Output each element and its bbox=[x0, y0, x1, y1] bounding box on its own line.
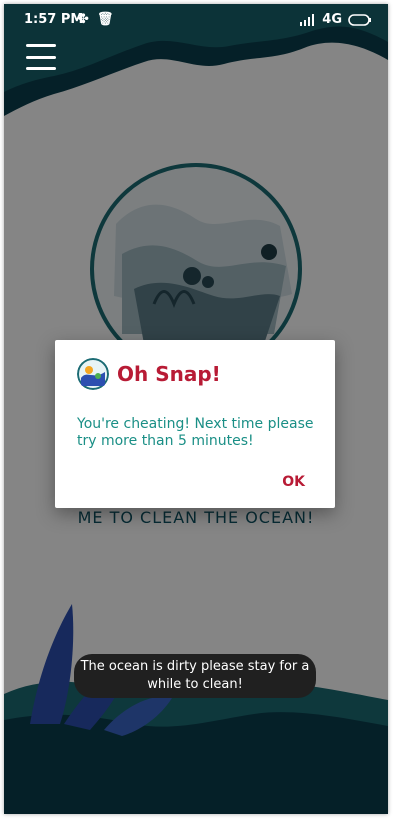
phone-screen: ME TO CLEAN THE OCEAN! 1:57 PM ✤ 🗑 4G Oh… bbox=[4, 4, 388, 814]
alert-dialog: Oh Snap! You're cheating! Next time plea… bbox=[55, 340, 335, 508]
battery-icon bbox=[348, 13, 371, 26]
signal-icon bbox=[300, 13, 315, 26]
menu-line bbox=[26, 67, 56, 70]
toast-message: The ocean is dirty please stay for a whi… bbox=[74, 654, 316, 698]
trash-icon: 🗑 bbox=[96, 12, 114, 27]
status-left-icons: ✤ 🗑 bbox=[78, 12, 113, 27]
dialog-message: You're cheating! Next time please try mo… bbox=[77, 416, 314, 449]
status-bar: 1:57 PM ✤ 🗑 4G bbox=[4, 4, 388, 36]
network-label: 4G bbox=[322, 12, 342, 27]
status-right-icons: 4G bbox=[300, 12, 372, 27]
hamburger-icon[interactable] bbox=[26, 44, 56, 70]
menu-line bbox=[26, 55, 56, 59]
status-time: 1:57 PM bbox=[24, 12, 84, 27]
maple-leaf-icon: ✤ bbox=[78, 12, 89, 27]
menu-line bbox=[26, 44, 56, 47]
ocean-logo-icon bbox=[77, 358, 109, 390]
ok-button[interactable]: OK bbox=[282, 474, 305, 490]
dialog-title: Oh Snap! bbox=[117, 362, 221, 386]
